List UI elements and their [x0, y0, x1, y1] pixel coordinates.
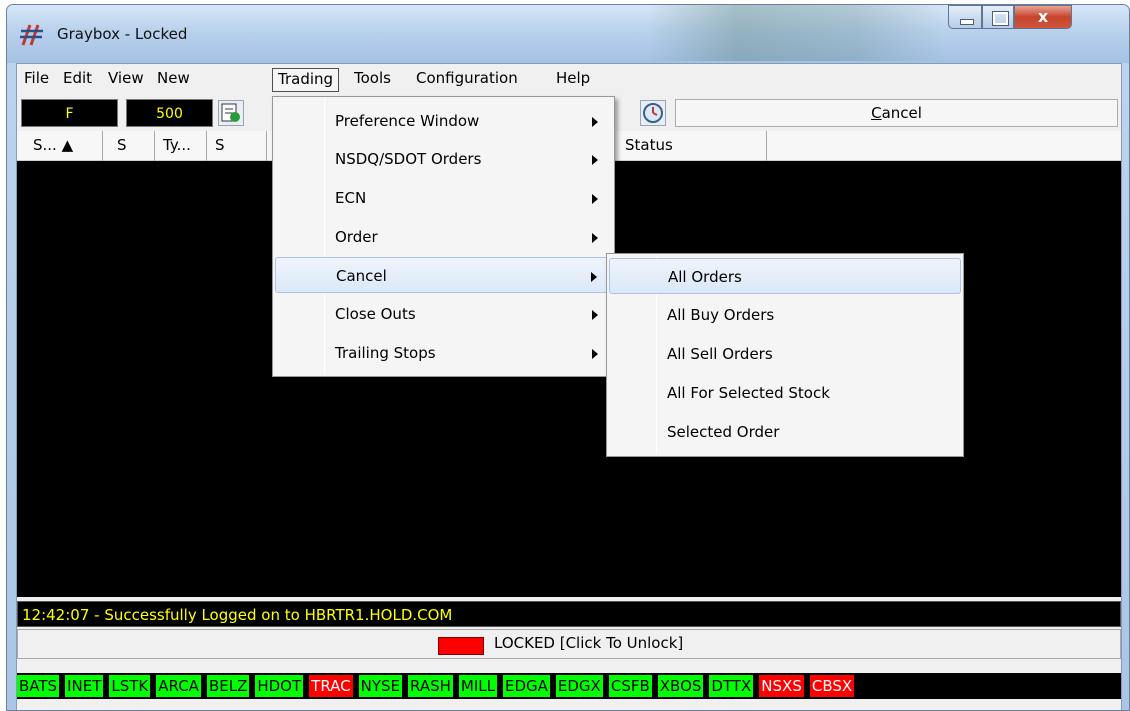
- menu-tools[interactable]: Tools: [349, 68, 396, 92]
- ecn-status-bar: BATS INET LSTK ARCA BELZ HDOT TRAC NYSE RASH MILL…: [17, 673, 1121, 699]
- menu-item-label: All Buy Orders: [667, 306, 775, 324]
- menu-item-label: All For Selected Stock: [667, 384, 830, 402]
- ecn-route-arca[interactable]: ARCA: [156, 675, 201, 697]
- window-title: Graybox - Locked: [57, 25, 188, 43]
- title-bar-decoration: [647, 5, 947, 61]
- ecn-route-belz[interactable]: BELZ: [206, 675, 250, 697]
- menu-new[interactable]: New: [152, 68, 195, 92]
- ecn-route-mill[interactable]: MILL: [458, 675, 497, 697]
- lock-indicator: [438, 637, 484, 655]
- column-header-status[interactable]: Status: [615, 131, 767, 161]
- submenu-arrow-icon: [592, 194, 598, 204]
- menu-item-all-sell-orders[interactable]: All Sell Orders: [609, 336, 961, 372]
- submenu-arrow-icon: [592, 310, 598, 320]
- ecn-route-lstk[interactable]: LSTK: [109, 675, 151, 697]
- cancel-submenu: All Orders All Buy Orders All Sell Order…: [606, 253, 964, 457]
- menu-item-label: Selected Order: [667, 423, 780, 441]
- maximize-button[interactable]: [982, 5, 1014, 29]
- menu-item-label: Order: [335, 228, 378, 246]
- column-header-type[interactable]: Ty...: [155, 131, 207, 161]
- menu-bar: File Edit View New Trading Tools Configu…: [17, 64, 1121, 94]
- graybox-logo-icon: [20, 24, 43, 46]
- unlock-button[interactable]: LOCKED [Click To Unlock]: [17, 629, 1121, 659]
- ecn-route-nyse[interactable]: NYSE: [358, 675, 402, 697]
- minimize-button[interactable]: [948, 5, 982, 29]
- menu-item-label: Cancel: [336, 267, 387, 285]
- status-message: 12:42:07 - Successfully Logged on to HBR…: [17, 601, 1121, 627]
- ecn-route-inet[interactable]: INET: [65, 675, 104, 697]
- menu-help[interactable]: Help: [551, 68, 595, 92]
- symbol-field[interactable]: F: [21, 99, 118, 127]
- menu-item-label: NSDQ/SDOT Orders: [335, 150, 482, 168]
- quantity-field[interactable]: 500: [126, 99, 213, 127]
- menu-trading[interactable]: Trading: [272, 68, 340, 92]
- column-header-side[interactable]: S: [103, 131, 155, 161]
- menu-configuration[interactable]: Configuration: [411, 68, 523, 92]
- menu-item-preference-window[interactable]: Preference Window: [275, 103, 612, 139]
- cancel-button[interactable]: Cancel: [675, 99, 1118, 127]
- ecn-route-csfb[interactable]: CSFB: [608, 675, 652, 697]
- ecn-route-trac[interactable]: TRAC: [309, 675, 353, 697]
- close-button[interactable]: x: [1014, 5, 1072, 29]
- submenu-arrow-icon: [592, 117, 598, 127]
- menu-item-label: Close Outs: [335, 305, 416, 323]
- ecn-route-edgx[interactable]: EDGX: [555, 675, 603, 697]
- submenu-arrow-icon: [591, 272, 597, 282]
- ecn-route-rash[interactable]: RASH: [408, 675, 453, 697]
- title-bar[interactable]: Graybox - Locked x: [7, 5, 1129, 63]
- close-icon: x: [1037, 7, 1049, 26]
- menu-item-trailing-stops[interactable]: Trailing Stops: [275, 335, 612, 371]
- cancel-mnemonic: C: [871, 104, 882, 122]
- menu-item-all-orders[interactable]: All Orders: [609, 258, 961, 294]
- menu-item-label: ECN: [335, 189, 367, 207]
- menu-file[interactable]: File: [19, 68, 54, 92]
- menu-item-label: Trailing Stops: [335, 344, 436, 362]
- submenu-arrow-icon: [592, 233, 598, 243]
- ecn-route-dttx[interactable]: DTTX: [709, 675, 754, 697]
- menu-view[interactable]: View: [103, 68, 149, 92]
- column-header-symbol[interactable]: S... ▲: [17, 131, 103, 161]
- menu-edit[interactable]: Edit: [58, 68, 97, 92]
- menu-item-cancel[interactable]: Cancel: [275, 257, 612, 293]
- trading-menu: Preference Window NSDQ/SDOT Orders ECN O…: [272, 96, 615, 377]
- submenu-arrow-icon: [592, 349, 598, 359]
- menu-item-all-buy-orders[interactable]: All Buy Orders: [609, 297, 961, 333]
- ecn-route-cbsx[interactable]: CBSX: [809, 675, 855, 697]
- order-entry-icon[interactable]: [218, 100, 244, 126]
- ecn-route-nsxs[interactable]: NSXS: [759, 675, 804, 697]
- menu-item-close-outs[interactable]: Close Outs: [275, 296, 612, 332]
- lock-label: LOCKED [Click To Unlock]: [494, 634, 684, 652]
- menu-item-ecn[interactable]: ECN: [275, 180, 612, 216]
- ecn-route-bats[interactable]: BATS: [17, 675, 60, 697]
- menu-item-all-for-selected-stock[interactable]: All For Selected Stock: [609, 375, 961, 411]
- clock-icon[interactable]: [640, 100, 666, 126]
- menu-item-order[interactable]: Order: [275, 219, 612, 255]
- ecn-route-edga[interactable]: EDGA: [502, 675, 550, 697]
- menu-item-label: All Sell Orders: [667, 345, 773, 363]
- ecn-route-hdot[interactable]: HDOT: [255, 675, 304, 697]
- menu-item-nsdq-sdot-orders[interactable]: NSDQ/SDOT Orders: [275, 141, 612, 177]
- menu-item-label: Preference Window: [335, 112, 480, 130]
- submenu-arrow-icon: [592, 155, 598, 165]
- menu-item-label: All Orders: [668, 268, 742, 286]
- ecn-route-xbos[interactable]: XBOS: [657, 675, 704, 697]
- column-header-s[interactable]: S: [207, 131, 267, 161]
- cancel-label: ancel: [881, 104, 922, 122]
- menu-item-selected-order[interactable]: Selected Order: [609, 414, 961, 450]
